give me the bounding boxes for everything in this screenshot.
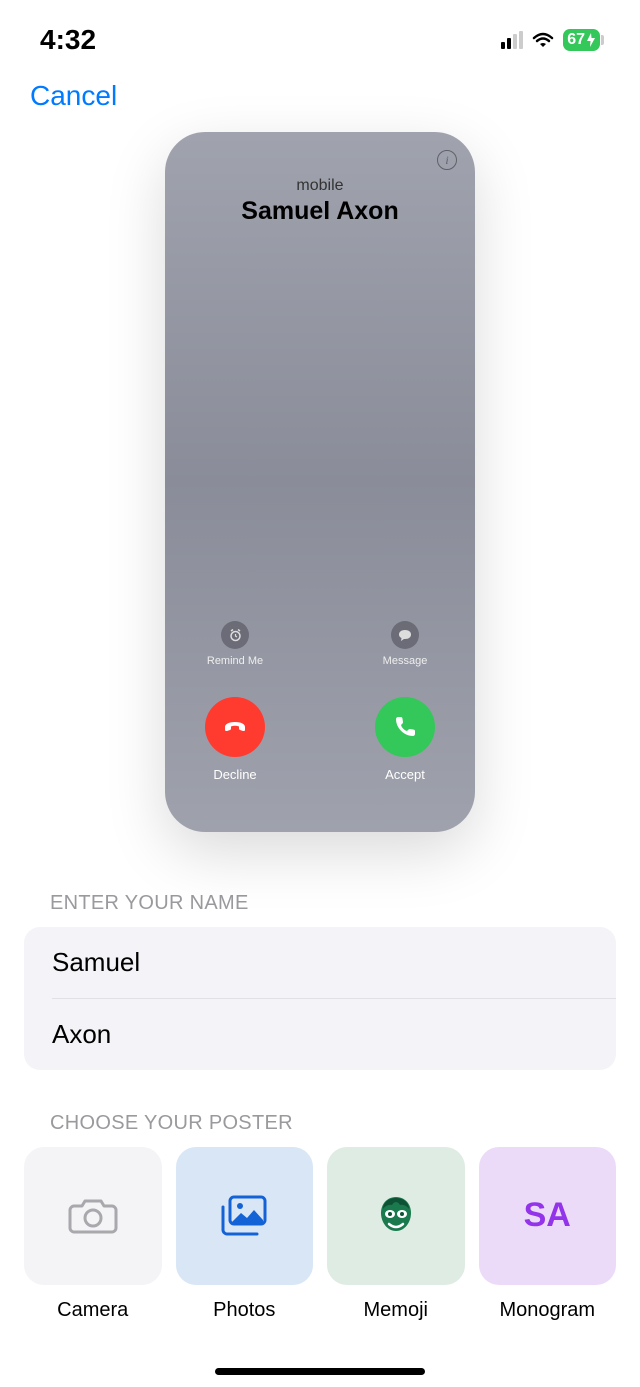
home-indicator[interactable] [215, 1368, 425, 1375]
accept-action: Accept [365, 697, 445, 782]
monogram-text: SA [524, 1196, 571, 1235]
last-name-input[interactable] [24, 999, 616, 1070]
remind-me-label: Remind Me [207, 655, 263, 667]
first-name-input[interactable] [24, 927, 616, 998]
wifi-icon [531, 31, 555, 49]
battery-percent: 67 [567, 31, 585, 49]
photos-label: Photos [213, 1299, 275, 1322]
caller-name: Samuel Axon [185, 197, 455, 226]
accept-label: Accept [385, 767, 425, 782]
camera-label: Camera [57, 1299, 128, 1322]
memoji-icon [373, 1193, 419, 1239]
status-time: 4:32 [40, 24, 96, 56]
poster-option-camera: Camera [24, 1147, 162, 1322]
cancel-button[interactable]: Cancel [30, 80, 117, 112]
camera-card[interactable] [24, 1147, 162, 1285]
decline-label: Decline [213, 767, 256, 782]
call-type-label: mobile [185, 177, 455, 195]
navigation-bar: Cancel [0, 70, 640, 132]
decline-button-icon [205, 697, 265, 757]
status-icons: 67 [501, 29, 600, 51]
memoji-card[interactable] [327, 1147, 465, 1285]
battery-indicator: 67 [563, 29, 600, 51]
monogram-card[interactable]: SA [479, 1147, 617, 1285]
phone-mockup: i mobile Samuel Axon Remind Me [165, 132, 475, 832]
call-actions: Remind Me Message [185, 621, 455, 802]
poster-option-monogram: SA Monogram [479, 1147, 617, 1322]
decline-action: Decline [195, 697, 275, 782]
poster-option-photos: Photos [176, 1147, 314, 1322]
poster-preview-container: i mobile Samuel Axon Remind Me [0, 132, 640, 872]
info-icon: i [437, 150, 457, 170]
camera-icon [68, 1196, 118, 1236]
alarm-icon [221, 621, 249, 649]
photos-card[interactable] [176, 1147, 314, 1285]
poster-section-header: CHOOSE YOUR POSTER [0, 1070, 640, 1147]
name-section-header: ENTER YOUR NAME [0, 872, 640, 927]
status-bar: 4:32 67 [0, 0, 640, 70]
monogram-label: Monogram [499, 1299, 595, 1322]
message-icon [391, 621, 419, 649]
name-input-card [24, 927, 616, 1070]
cellular-signal-icon [501, 31, 523, 49]
memoji-label: Memoji [364, 1299, 428, 1322]
message-action: Message [365, 621, 445, 667]
message-label: Message [383, 655, 428, 667]
photos-icon [219, 1194, 269, 1238]
poster-option-memoji: Memoji [327, 1147, 465, 1322]
poster-options: Camera Photos Memoji [0, 1147, 640, 1322]
remind-me-action: Remind Me [195, 621, 275, 667]
accept-button-icon [375, 697, 435, 757]
